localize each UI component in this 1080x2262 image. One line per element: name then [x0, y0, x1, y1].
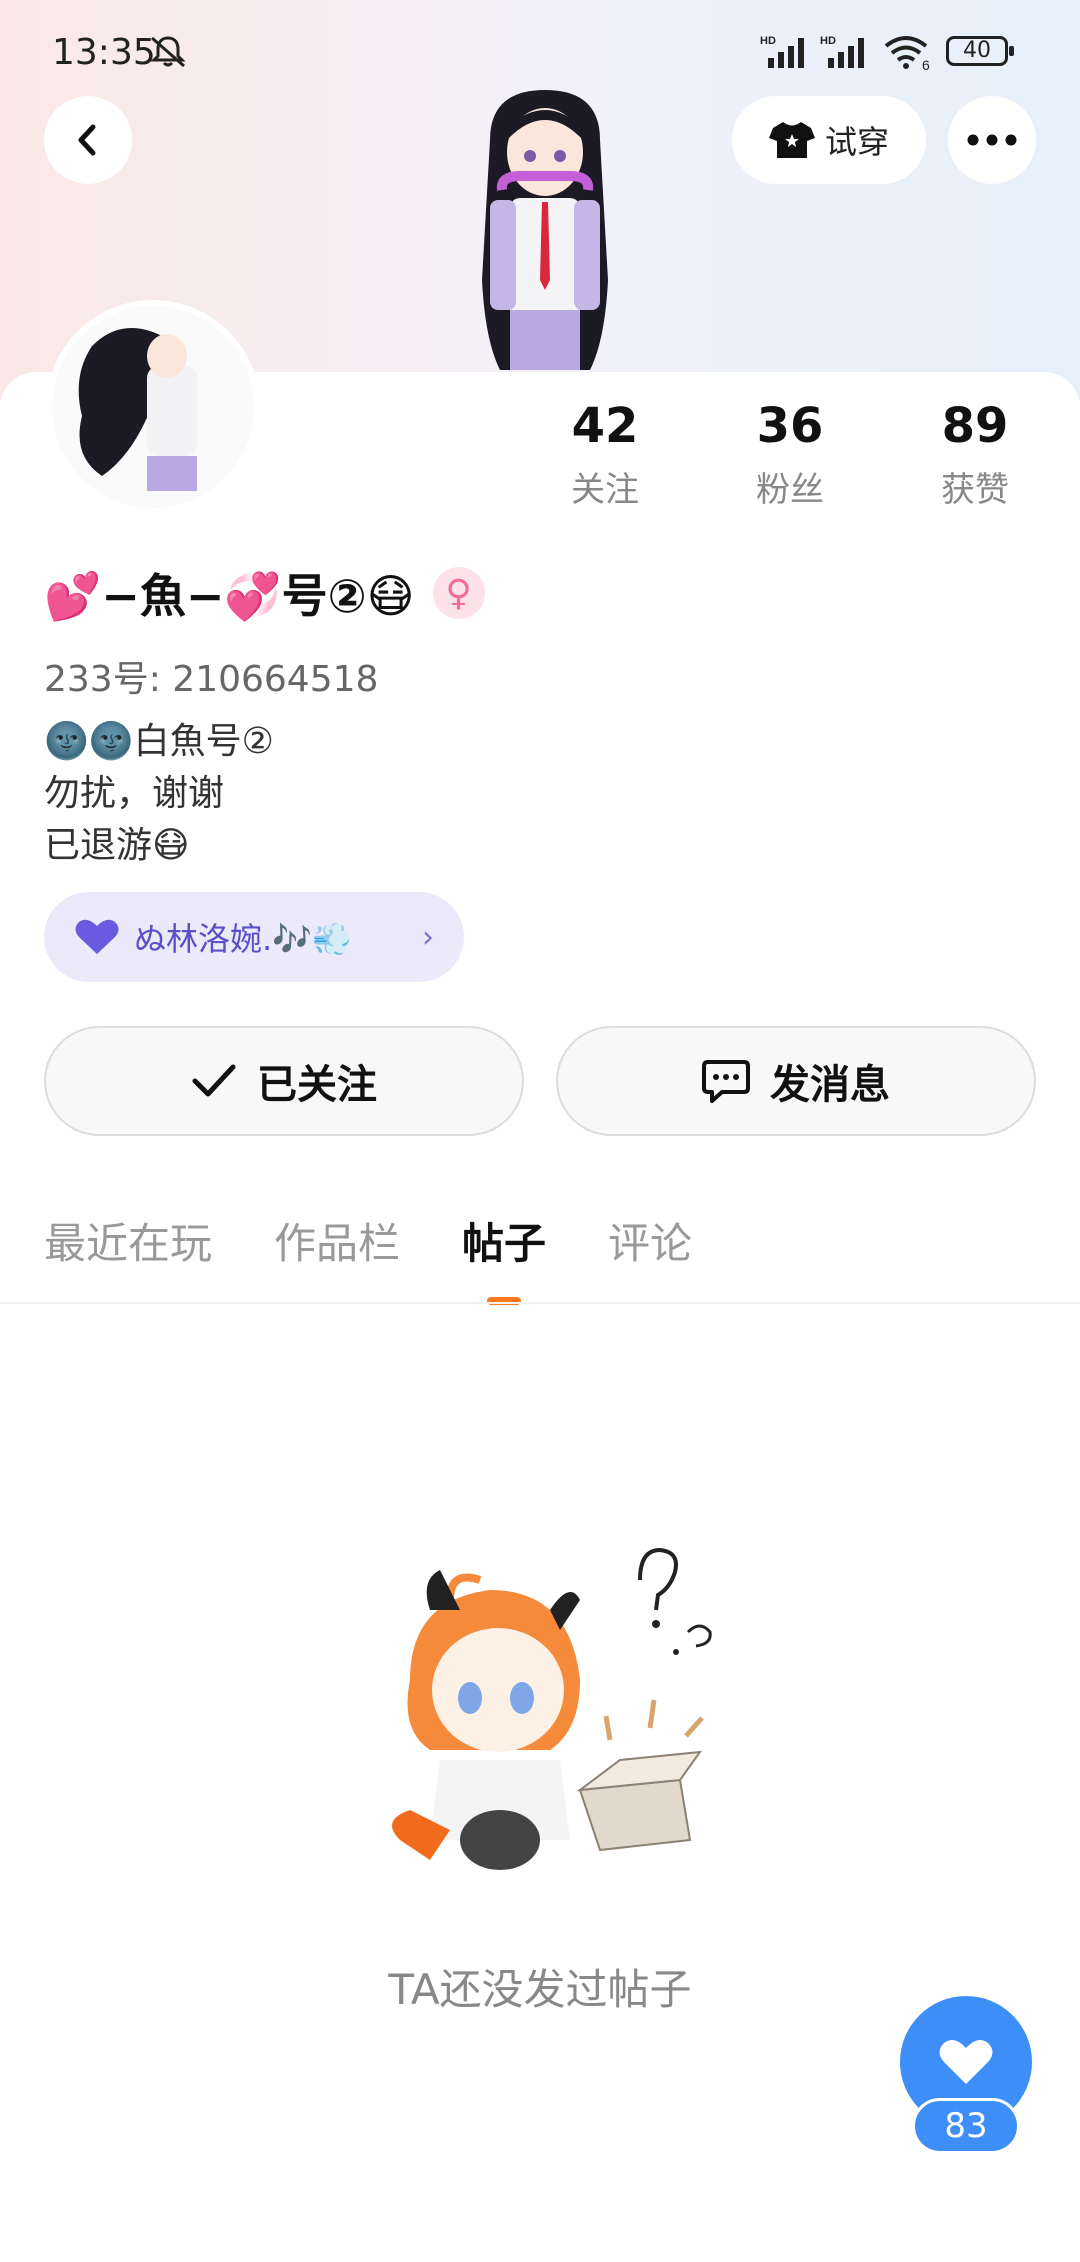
stat-likes-label: 获赞 [941, 470, 1009, 510]
stat-likes-value: 89 [941, 398, 1009, 454]
more-dots-icon [967, 134, 1017, 146]
followed-label: 已关注 [257, 1062, 377, 1108]
stat-following-label: 关注 [571, 470, 639, 510]
svg-text:HD: HD [820, 35, 836, 47]
stat-fans-label: 粉丝 [756, 470, 824, 510]
more-options-button[interactable] [948, 96, 1036, 184]
guild-name: ぬ林洛婉.🎶💨 [134, 920, 352, 958]
profile-stats: 42 关注 36 粉丝 89 获赞 [540, 398, 1040, 511]
female-gender-icon: ♀ [432, 567, 485, 619]
avatar[interactable] [46, 300, 260, 514]
chevron-right-icon: › [422, 919, 434, 955]
send-message-label: 发消息 [770, 1062, 890, 1108]
mute-icon [150, 36, 186, 68]
avatar-image [52, 306, 254, 508]
status-time: 13:35 [52, 32, 156, 73]
shirt-icon [768, 122, 815, 158]
profile-tabs: 最近在玩 作品栏 帖子 评论 [44, 1210, 754, 1271]
signal-2-icon: HD [820, 35, 864, 68]
bio-line: 已退游😷 [44, 825, 190, 866]
stat-fans[interactable]: 36 粉丝 [725, 398, 855, 511]
bio-line: 🌚🌚白魚号② [44, 721, 274, 762]
empty-state-illustration [392, 1547, 712, 1870]
tab-works[interactable]: 作品栏 [274, 1210, 400, 1271]
empty-state-text: TA还没发过帖子 [388, 1965, 692, 2014]
followed-button[interactable]: 已关注 [44, 1026, 524, 1136]
stat-fans-value: 36 [756, 398, 824, 454]
stat-likes[interactable]: 89 获赞 [910, 398, 1040, 511]
send-message-button[interactable]: 发消息 [556, 1026, 1036, 1136]
svg-text:HD: HD [760, 35, 776, 47]
character-model-illustration [482, 90, 608, 370]
like-count-badge: 83 [912, 2098, 1020, 2154]
stat-following[interactable]: 42 关注 [540, 398, 670, 511]
bio-line: 勿扰，谢谢 [44, 773, 225, 814]
tab-comments[interactable]: 评论 [608, 1210, 692, 1271]
profile-nickname-row: 💕−魚−💞号②😷 ♀ [44, 560, 485, 626]
stat-following-value: 42 [571, 398, 639, 454]
user-id: 233号: 210664518 [44, 659, 379, 700]
tabs-divider [0, 1302, 1080, 1304]
try-on-button[interactable]: 试穿 [732, 96, 926, 184]
battery-indicator: 40 [946, 36, 1014, 66]
nickname: 💕−魚−💞号②😷 [44, 569, 415, 623]
svg-text:6: 6 [922, 57, 930, 72]
tab-posts[interactable]: 帖子 [462, 1210, 546, 1271]
tab-recently-played[interactable]: 最近在玩 [44, 1210, 212, 1271]
profile-bio: 🌚🌚白魚号② 勿扰，谢谢 已退游😷 [44, 716, 274, 872]
back-button[interactable] [44, 96, 132, 184]
checkmark-icon [192, 1064, 236, 1097]
guild-badge[interactable]: ぬ林洛婉.🎶💨 › [44, 892, 464, 982]
chevron-left-icon [78, 124, 96, 156]
wifi-icon: 6 [884, 36, 930, 72]
heart-icon [75, 919, 119, 954]
chat-bubble-icon [702, 1060, 750, 1103]
try-on-label: 试穿 [824, 123, 889, 161]
heart-icon [939, 2039, 993, 2084]
signal-1-icon: HD [760, 35, 804, 68]
